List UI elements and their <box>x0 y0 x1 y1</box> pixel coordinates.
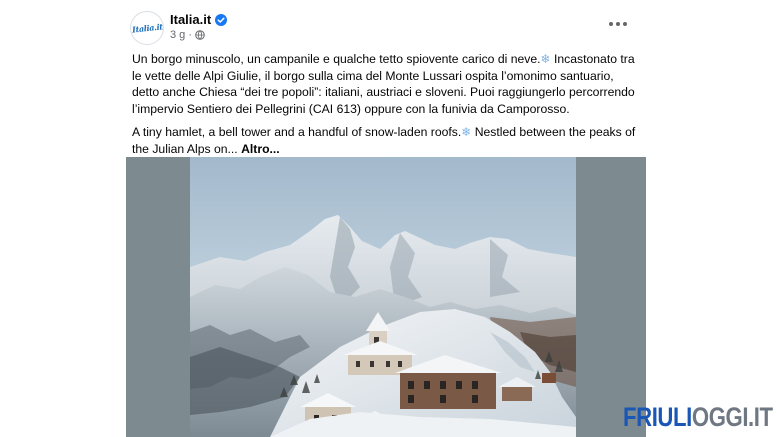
friulioggi-watermark: FRIULIOGGI.IT <box>623 402 773 433</box>
post-header: Italia.it Italia.it 3 g · <box>126 10 646 46</box>
post-media[interactable] <box>126 157 646 437</box>
author-row: Italia.it <box>170 12 228 27</box>
post-paragraph-english: A tiny hamlet, a bell tower and a handfu… <box>132 124 642 157</box>
post-timestamp[interactable]: 3 g <box>170 29 185 41</box>
author-name[interactable]: Italia.it <box>170 12 211 27</box>
post-text: Un borgo minuscolo, un campanile e qualc… <box>132 51 642 164</box>
italian-text-part-1: Un borgo minuscolo, un campanile e qualc… <box>132 52 541 66</box>
mountain-photo <box>190 157 576 437</box>
watermark-part-friuli: FRIULI <box>623 402 692 432</box>
more-options-icon[interactable] <box>606 16 630 32</box>
watermark-part-oggi: OGGI.IT <box>691 402 773 432</box>
post-meta: 3 g · <box>170 29 205 41</box>
avatar-logo-text: Italia.it <box>131 21 163 35</box>
english-text-part-1: A tiny hamlet, a bell tower and a handfu… <box>132 125 462 139</box>
snowflake-icon: ❄ <box>540 52 551 66</box>
post-paragraph-italian: Un borgo minuscolo, un campanile e qualc… <box>132 51 642 117</box>
meta-separator: · <box>185 29 193 41</box>
see-more-link[interactable]: Altro... <box>241 142 280 156</box>
globe-icon <box>195 30 205 40</box>
verified-badge-icon <box>215 13 228 26</box>
avatar[interactable]: Italia.it <box>130 11 164 45</box>
snowflake-icon: ❄ <box>461 125 472 139</box>
facebook-post: Italia.it Italia.it 3 g · Un borgo minus… <box>126 0 646 437</box>
